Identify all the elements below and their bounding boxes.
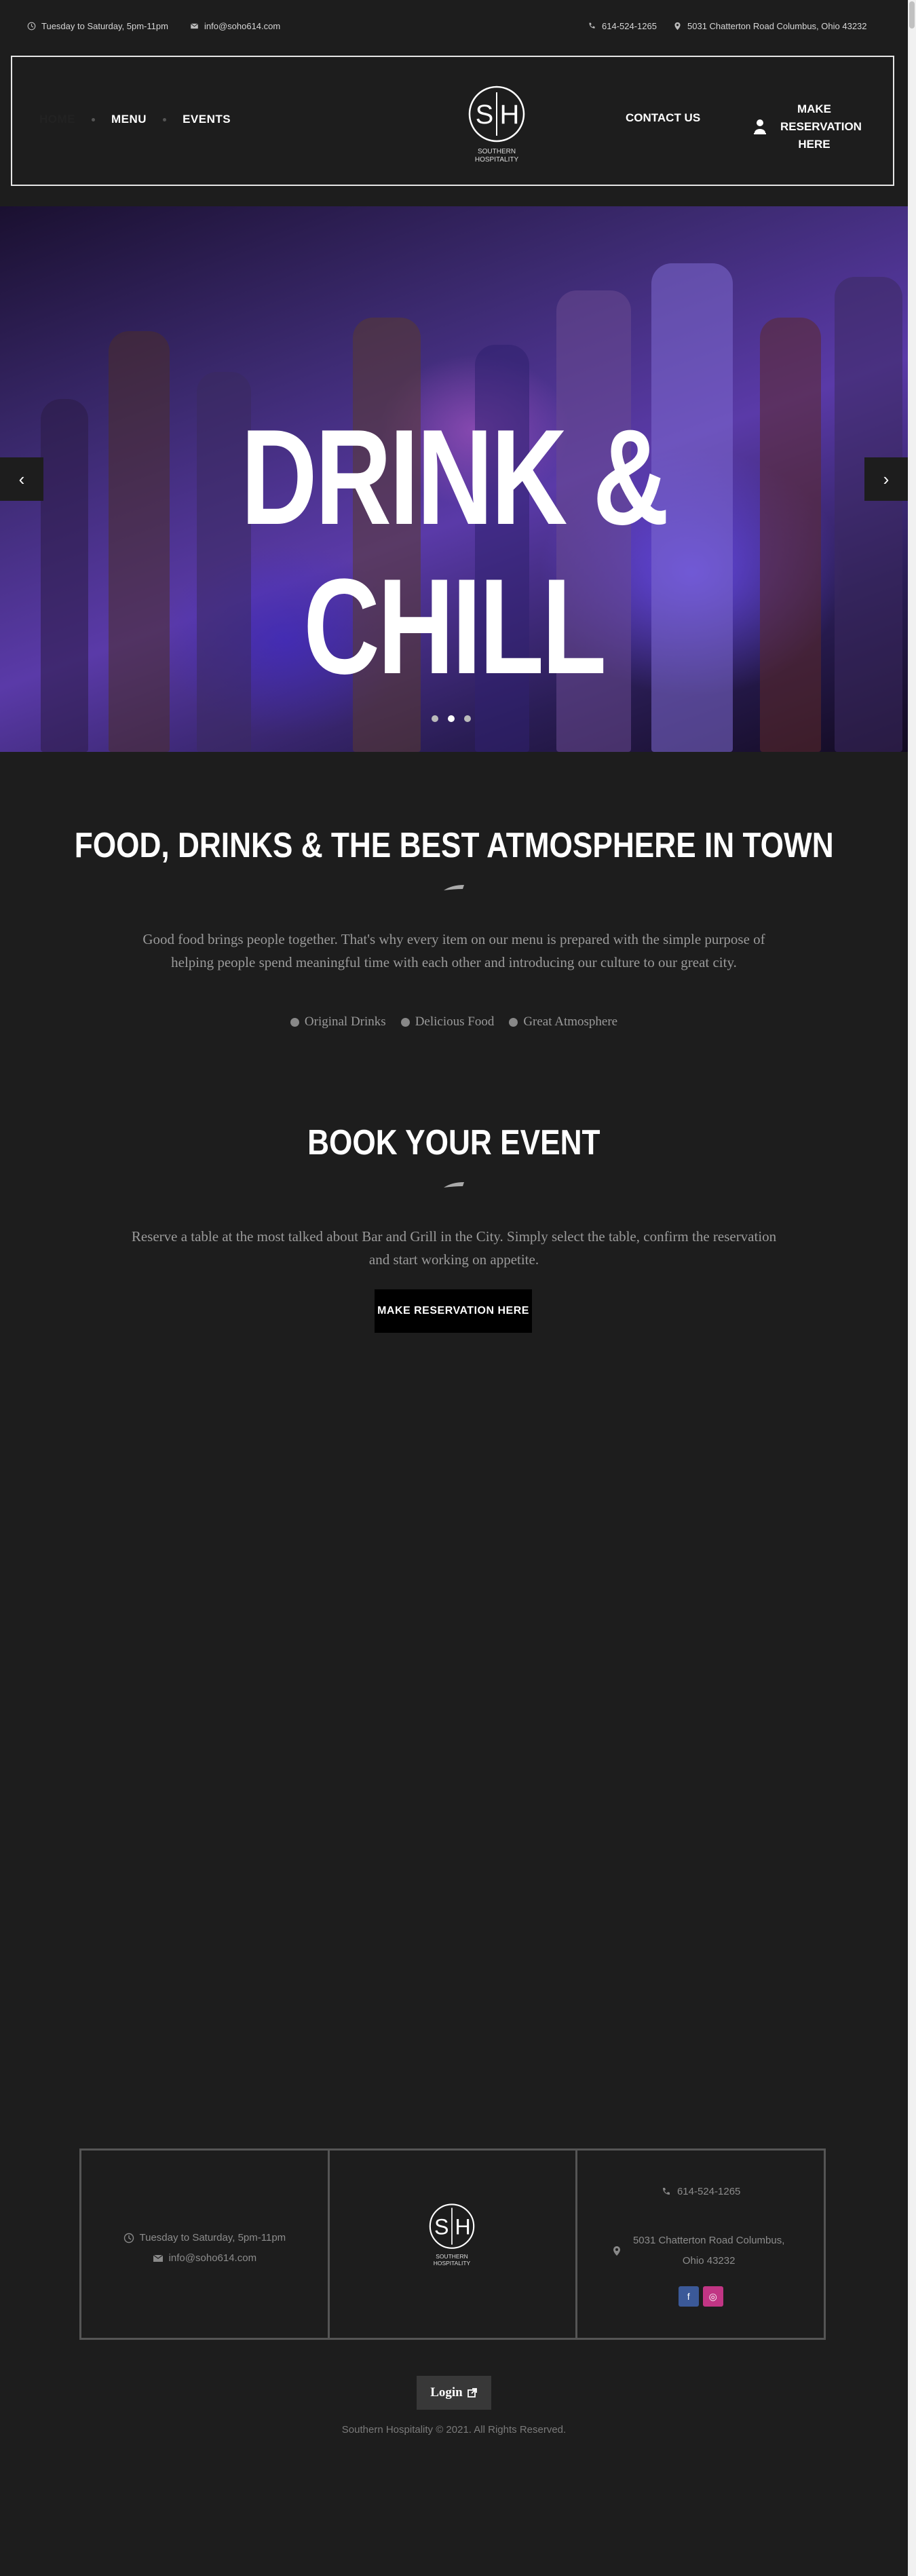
hero-slider: DRINK & CHILL ‹ › [0, 206, 908, 752]
top-info-bar: Tuesday to Saturday, 5pm-11pm info@soho6… [0, 0, 908, 54]
copyright-text: Southern Hospitality © 2021. All Rights … [341, 2424, 567, 2436]
footer-phone[interactable]: 614-524-1265 [577, 2182, 824, 2202]
slider-dots [432, 715, 471, 722]
nav-separator [92, 117, 95, 121]
clock-icon [27, 22, 36, 31]
feature-item: Original Drinks [290, 1015, 386, 1029]
slider-dot[interactable] [464, 715, 471, 722]
about-text: Good food brings people together. That's… [142, 931, 765, 970]
map-pin-icon [613, 2246, 621, 2256]
envelope-icon [190, 23, 199, 29]
nav-menu[interactable]: MENU [111, 113, 147, 126]
hours-text: Tuesday to Saturday, 5pm-11pm [41, 21, 168, 31]
chevron-right-icon: › [883, 468, 890, 489]
about-title: FOOD, DRINKS & THE BEST ATMOSPHERE IN TO… [74, 826, 834, 865]
social-links: f ◎ [577, 2286, 824, 2307]
phone-icon [662, 2188, 670, 2195]
slider-next-button[interactable]: › [864, 457, 908, 501]
footer-hours-column: Tuesday to Saturday, 5pm-11pm info@soho6… [81, 2151, 328, 2338]
logo-monogram-s: S [476, 100, 494, 130]
footer-logo[interactable]: S H SOUTHERN HOSPITALITY [425, 2202, 479, 2270]
feature-item: Great Atmosphere [509, 1015, 617, 1029]
slider-prev-button[interactable]: ‹ [0, 457, 43, 501]
nav-separator [163, 117, 167, 121]
book-text: Reserve a table at the most talked about… [131, 1228, 777, 1268]
phone-icon [589, 22, 595, 29]
footer-email[interactable]: info@soho614.com [81, 2248, 328, 2269]
footer-logo-monogram-s: S [434, 2214, 449, 2239]
bullet-icon [509, 1017, 518, 1027]
address-text: 5031 Chatterton Road Columbus, Ohio 4323… [687, 21, 867, 31]
make-reservation-button[interactable]: MAKE RESERVATION HERE [375, 1289, 532, 1333]
footer-address: 5031 Chatterton Road Columbus, Ohio 4323… [577, 2231, 824, 2271]
facebook-icon[interactable]: f [678, 2286, 699, 2307]
footer-info-box: Tuesday to Saturday, 5pm-11pm info@soho6… [79, 2148, 826, 2340]
scrollbar-thumb[interactable] [909, 1, 915, 29]
email-info[interactable]: info@soho614.com [190, 21, 280, 31]
header-reservation-link[interactable]: MAKE RESERVATION HERE [753, 100, 862, 153]
divider-icon [444, 1182, 464, 1188]
bullet-icon [290, 1017, 299, 1027]
address-info: 5031 Chatterton Road Columbus, Ohio 4323… [673, 21, 867, 31]
nav-events[interactable]: EVENTS [183, 113, 231, 126]
footer-logo-line1: SOUTHERN [436, 2253, 468, 2260]
map-pin-icon [674, 22, 681, 31]
divider-icon [444, 885, 464, 890]
footer-logo-monogram-h: H [455, 2214, 470, 2239]
slider-dot[interactable] [432, 715, 438, 722]
clock-icon [123, 2233, 134, 2243]
feature-list: Original Drinks Delicious Food Great Atm… [0, 1015, 908, 1029]
slider-dot-active[interactable] [448, 715, 455, 722]
login-button[interactable]: Login [417, 2376, 491, 2410]
bottle-shape [835, 277, 902, 752]
hero-headline: DRINK & CHILL [240, 402, 669, 702]
feature-item: Delicious Food [400, 1015, 494, 1029]
phone-link[interactable]: 614-524-1265 [602, 21, 657, 31]
phone-info[interactable]: 614-524-1265 [588, 21, 657, 31]
site-logo[interactable]: S H SOUTHERN HOSPITALITY [467, 86, 527, 166]
footer-hours: Tuesday to Saturday, 5pm-11pm [81, 2228, 328, 2248]
concierge-bell-icon [754, 119, 766, 134]
main-nav: HOME MENU EVENTS [39, 113, 231, 126]
book-title: BOOK YOUR EVENT [307, 1123, 600, 1162]
footer-logo-line2: HOSPITALITY [433, 2260, 470, 2267]
instagram-icon[interactable]: ◎ [702, 2286, 723, 2307]
header-reservation-label[interactable]: MAKE RESERVATION HERE [780, 100, 862, 153]
logo-line2: HOSPITALITY [475, 156, 519, 164]
email-link[interactable]: info@soho614.com [204, 21, 280, 31]
bottle-shape [41, 399, 88, 752]
page-scrollbar[interactable] [908, 0, 916, 2576]
external-link-icon [467, 2388, 477, 2398]
nav-contact[interactable]: CONTACT US [626, 111, 700, 125]
nav-home[interactable]: HOME [39, 113, 75, 126]
logo-line1: SOUTHERN [478, 148, 516, 155]
hours-info: Tuesday to Saturday, 5pm-11pm [27, 21, 168, 31]
envelope-icon [153, 2254, 163, 2262]
logo-monogram-h: H [500, 100, 520, 130]
footer-logo-column: S H SOUTHERN HOSPITALITY [327, 2151, 576, 2338]
chevron-left-icon: ‹ [18, 468, 25, 489]
bullet-icon [400, 1017, 410, 1027]
footer-contact-column: 614-524-1265 5031 Chatterton Road Columb… [575, 2151, 824, 2338]
